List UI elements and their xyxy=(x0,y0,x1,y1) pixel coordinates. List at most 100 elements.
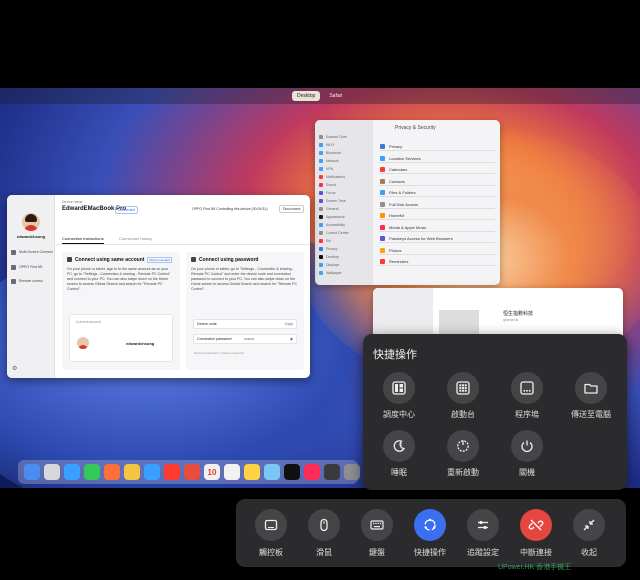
password-value: •••••••• xyxy=(244,337,255,341)
card-body: On your phone or tablet, sign in to the … xyxy=(67,267,171,291)
settings-row[interactable]: Full Disk Access xyxy=(379,200,495,209)
settings-sidebar-item[interactable]: Wallpaper xyxy=(319,270,367,276)
settings-sidebar-item[interactable]: Network xyxy=(319,158,367,164)
system-settings-window[interactable]: Privacy & Security Privacy Location Servi… xyxy=(315,120,500,285)
settings-sidebar-icon xyxy=(319,159,323,163)
multi-screen-icon xyxy=(11,250,16,255)
settings-sidebar-item[interactable]: Control Center xyxy=(319,230,367,236)
launchpad-button[interactable]: 啟動台 xyxy=(435,372,491,426)
settings-row[interactable]: Passkeys Access for Web Browsers xyxy=(379,234,495,243)
device-code-field: Device code Copy xyxy=(193,319,297,329)
control-status: OPPO Find N5 Controlling this device (00… xyxy=(192,207,268,211)
settings-sidebar-item[interactable]: Sound xyxy=(319,182,367,188)
trackpad-button[interactable]: 觸控板 xyxy=(246,509,296,561)
quick-actions-button[interactable]: 快捷操作 xyxy=(405,509,455,561)
dock-app-icon[interactable] xyxy=(264,464,280,480)
dock-app-icon[interactable] xyxy=(164,464,180,480)
toolbar-label: 滑鼠 xyxy=(316,548,332,557)
nav-label: Remote control xyxy=(19,279,43,283)
settings-sidebar-item[interactable]: Siri xyxy=(319,238,367,244)
keyboard-button[interactable]: 鍵盤 xyxy=(352,509,402,561)
settings-sidebar-item[interactable]: Appearance xyxy=(319,214,367,220)
settings-sidebar-item[interactable]: Bluetooth xyxy=(319,150,367,156)
settings-row-label: Full Disk Access xyxy=(389,201,419,207)
settings-sidebar-icon xyxy=(319,167,323,171)
settings-row[interactable]: HomeKit xyxy=(379,211,495,220)
dock-app-icon[interactable] xyxy=(184,464,200,480)
item-label: 調度中心 xyxy=(383,410,415,419)
nav-remote-control[interactable]: Remote control xyxy=(11,279,53,284)
toolbar-label: 追蹤設定 xyxy=(467,548,499,557)
disconnect-button[interactable]: 中斷連接 xyxy=(511,509,561,561)
settings-sidebar-item[interactable]: Wi-Fi xyxy=(319,142,367,148)
settings-sidebar-item[interactable]: Accessibility xyxy=(319,222,367,228)
settings-sidebar-item[interactable]: General xyxy=(319,206,367,212)
dock-app-icon[interactable] xyxy=(24,464,40,480)
quick-actions-icon xyxy=(414,509,446,541)
settings-row[interactable]: Calendars xyxy=(379,165,495,174)
nav-multi-screen[interactable]: Multi-Screen Connect xyxy=(11,250,53,255)
phone-icon xyxy=(11,265,16,270)
dock-app-icon[interactable] xyxy=(44,464,60,480)
dock-app-icon[interactable] xyxy=(124,464,140,480)
dock-app-icon[interactable] xyxy=(304,464,320,480)
settings-row[interactable]: Reminders xyxy=(379,257,495,266)
settings-sidebar-item[interactable]: Privacy xyxy=(319,246,367,252)
dock-toggle-button[interactable]: 程序塢 xyxy=(499,372,555,426)
dock-app-icon[interactable] xyxy=(104,464,120,480)
user-name: edwardchsong xyxy=(16,234,46,239)
settings-sidebar-item[interactable]: Focus xyxy=(319,190,367,196)
settings-row[interactable]: Location Services xyxy=(379,154,495,163)
settings-row[interactable]: Privacy xyxy=(379,142,495,151)
mouse-button[interactable]: 滑鼠 xyxy=(299,509,349,561)
shutdown-button[interactable]: 關機 xyxy=(499,430,555,484)
eye-icon[interactable]: ◉ xyxy=(290,335,293,344)
settings-sidebar-item[interactable]: Notifications xyxy=(319,174,367,180)
sleep-icon: z xyxy=(383,430,415,462)
password-card: Connect using password On your phone or … xyxy=(186,252,304,370)
gear-icon[interactable]: ⚙ xyxy=(12,365,17,372)
restart-button[interactable]: 重新啟動 xyxy=(435,430,491,484)
tracking-settings-button[interactable]: 追蹤設定 xyxy=(458,509,508,561)
settings-sidebar-item[interactable]: Desktop xyxy=(319,254,367,260)
file-name: 恒生指數科技 xyxy=(503,311,534,317)
settings-sidebar-item[interactable]: Edward Chen xyxy=(319,134,367,140)
dock-app-icon[interactable] xyxy=(344,464,360,480)
space-tab-safari[interactable]: Safari xyxy=(324,91,347,101)
settings-row-icon xyxy=(380,155,385,161)
dock-app-icon[interactable] xyxy=(244,464,260,480)
dock-app-icon[interactable] xyxy=(224,464,240,480)
mission-control-button[interactable]: 調度中心 xyxy=(371,372,427,426)
nav-device[interactable]: OPPO Find N5 xyxy=(11,265,53,270)
collapse-button[interactable]: 收起 xyxy=(564,509,614,561)
dock-app-icon[interactable] xyxy=(144,464,160,480)
settings-sidebar-item[interactable]: Screen Time xyxy=(319,198,367,204)
tab-connection-history[interactable]: Connection history xyxy=(119,236,152,241)
settings-row[interactable]: Photos xyxy=(379,246,495,255)
settings-row[interactable]: Contacts xyxy=(379,177,495,186)
settings-sidebar-item[interactable]: VPN xyxy=(319,166,367,172)
account-box: Current account edwardchsong xyxy=(69,314,173,362)
tab-connection-instructions[interactable]: Connection instructions xyxy=(62,236,104,244)
avatar[interactable] xyxy=(22,213,40,231)
settings-row-label: Calendars xyxy=(389,167,408,172)
sleep-button[interactable]: z 睡眠 xyxy=(371,430,427,484)
space-tab-desktop[interactable]: Desktop xyxy=(292,91,321,101)
disconnect-icon xyxy=(520,509,552,541)
send-to-pc-button[interactable]: 傳送至電腦 xyxy=(563,372,619,426)
copy-button[interactable]: Copy xyxy=(285,320,293,329)
watermark: UPower.HK 香港手機王 xyxy=(498,564,572,571)
calendar-icon[interactable]: 10 xyxy=(204,464,220,480)
settings-sidebar-item[interactable]: Displays xyxy=(319,262,367,268)
disconnect-button[interactable]: Disconnect xyxy=(279,205,305,213)
password-hint[interactable]: Refresh password / Update password xyxy=(194,351,244,355)
remote-control-app-window[interactable]: edwardchsong Multi-Screen Connect OPPO F… xyxy=(7,195,310,378)
settings-row[interactable]: Media & Apple Music xyxy=(379,223,495,232)
settings-sidebar-icon xyxy=(319,135,323,139)
dock-app-icon[interactable] xyxy=(324,464,340,480)
dock-app-icon[interactable] xyxy=(284,464,300,480)
settings-row[interactable]: Files & Folders xyxy=(379,188,495,197)
dock-icon xyxy=(511,372,543,404)
dock-app-icon[interactable] xyxy=(84,464,100,480)
dock-app-icon[interactable] xyxy=(64,464,80,480)
